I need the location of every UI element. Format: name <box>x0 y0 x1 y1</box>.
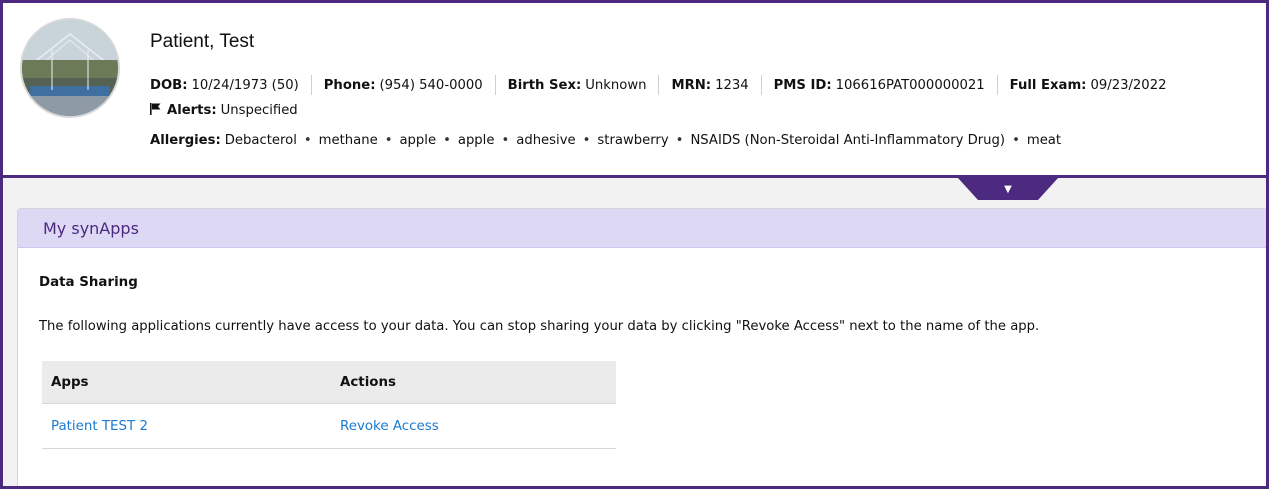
mrn-value: 1234 <box>715 77 749 93</box>
patient-demographics: DOB: 10/24/1973 (50) Phone: (954) 540-00… <box>150 75 1166 95</box>
my-synapps-panel: My synApps Data Sharing The following ap… <box>17 208 1266 486</box>
dob-item: DOB: 10/24/1973 (50) <box>150 78 299 93</box>
allergy-item: Debacterol <box>224 133 297 148</box>
alerts-value: Unspecified <box>220 103 298 118</box>
divider <box>996 75 998 95</box>
bullet-separator: • <box>582 133 591 148</box>
dob-value: 10/24/1973 (50) <box>191 77 299 93</box>
avatar-photo <box>22 20 118 116</box>
bullet-separator: • <box>501 133 510 148</box>
bullet-separator: • <box>384 133 393 148</box>
app-cell: Patient TEST 2 <box>42 403 331 449</box>
apps-table: Apps Actions Patient TEST 2 Revoke Acces… <box>42 361 616 449</box>
column-header-actions: Actions <box>331 361 616 404</box>
bullet-separator: • <box>1012 133 1020 148</box>
app-name-link[interactable]: Patient TEST 2 <box>51 419 148 434</box>
pms-id-label: PMS ID: <box>773 77 832 93</box>
divider <box>760 75 762 95</box>
patient-avatar <box>20 18 120 118</box>
birth-sex-label: Birth Sex: <box>507 77 582 93</box>
app-frame: Patient, Test DOB: 10/24/1973 (50) Phone… <box>0 0 1269 489</box>
allergy-item: methane <box>318 133 378 148</box>
pms-id-value: 106616PAT000000021 <box>835 77 985 93</box>
table-row: Patient TEST 2 Revoke Access <box>42 403 616 449</box>
phone-item: Phone: (954) 540-0000 <box>324 78 483 93</box>
bullet-separator: • <box>443 133 451 148</box>
allergy-item: adhesive <box>516 133 576 148</box>
full-exam-item: Full Exam: 09/23/2022 <box>1010 78 1167 93</box>
full-exam-value: 09/23/2022 <box>1090 77 1167 93</box>
phone-value: (954) 540-0000 <box>379 77 483 93</box>
phone-label: Phone: <box>323 77 376 93</box>
allergies-label: Allergies: <box>150 133 221 148</box>
revoke-access-link[interactable]: Revoke Access <box>340 419 439 434</box>
allergy-item: NSAIDS (Non-Steroidal Anti-Inflammatory … <box>690 133 1006 148</box>
patient-name: Patient, Test <box>150 31 255 52</box>
action-cell: Revoke Access <box>331 403 616 449</box>
divider <box>658 75 660 95</box>
patient-header: Patient, Test DOB: 10/24/1973 (50) Phone… <box>3 3 1266 178</box>
divider <box>310 75 312 95</box>
dob-label: DOB: <box>150 77 188 93</box>
mrn-item: MRN: 1234 <box>671 78 748 93</box>
divider <box>494 75 496 95</box>
allergy-item: apple <box>399 133 437 148</box>
allergy-item: strawberry <box>597 133 669 148</box>
column-header-apps: Apps <box>42 361 331 404</box>
allergy-item: meat <box>1026 133 1062 148</box>
birth-sex-value: Unknown <box>585 77 647 93</box>
data-sharing-description: The following applications currently hav… <box>39 319 1040 334</box>
header-collapse-toggle[interactable]: ▼ <box>958 178 1058 200</box>
alerts-row: Alerts: Unspecified <box>150 103 298 118</box>
section-title: Data Sharing <box>39 275 138 290</box>
panel-title: My synApps <box>18 209 1266 248</box>
allergy-item: apple <box>457 133 495 148</box>
mrn-label: MRN: <box>671 77 712 93</box>
allergies-row: Allergies: Debacterol • methane • apple … <box>150 133 1061 148</box>
birth-sex-item: Birth Sex: Unknown <box>508 78 647 93</box>
flag-icon <box>150 103 161 118</box>
full-exam-label: Full Exam: <box>1009 77 1087 93</box>
bullet-separator: • <box>303 133 312 148</box>
table-header-row: Apps Actions <box>42 361 616 404</box>
pms-id-item: PMS ID: 106616PAT000000021 <box>774 78 985 93</box>
alerts-label: Alerts: <box>167 103 217 118</box>
chevron-down-icon: ▼ <box>1004 183 1012 195</box>
bullet-separator: • <box>675 133 684 148</box>
